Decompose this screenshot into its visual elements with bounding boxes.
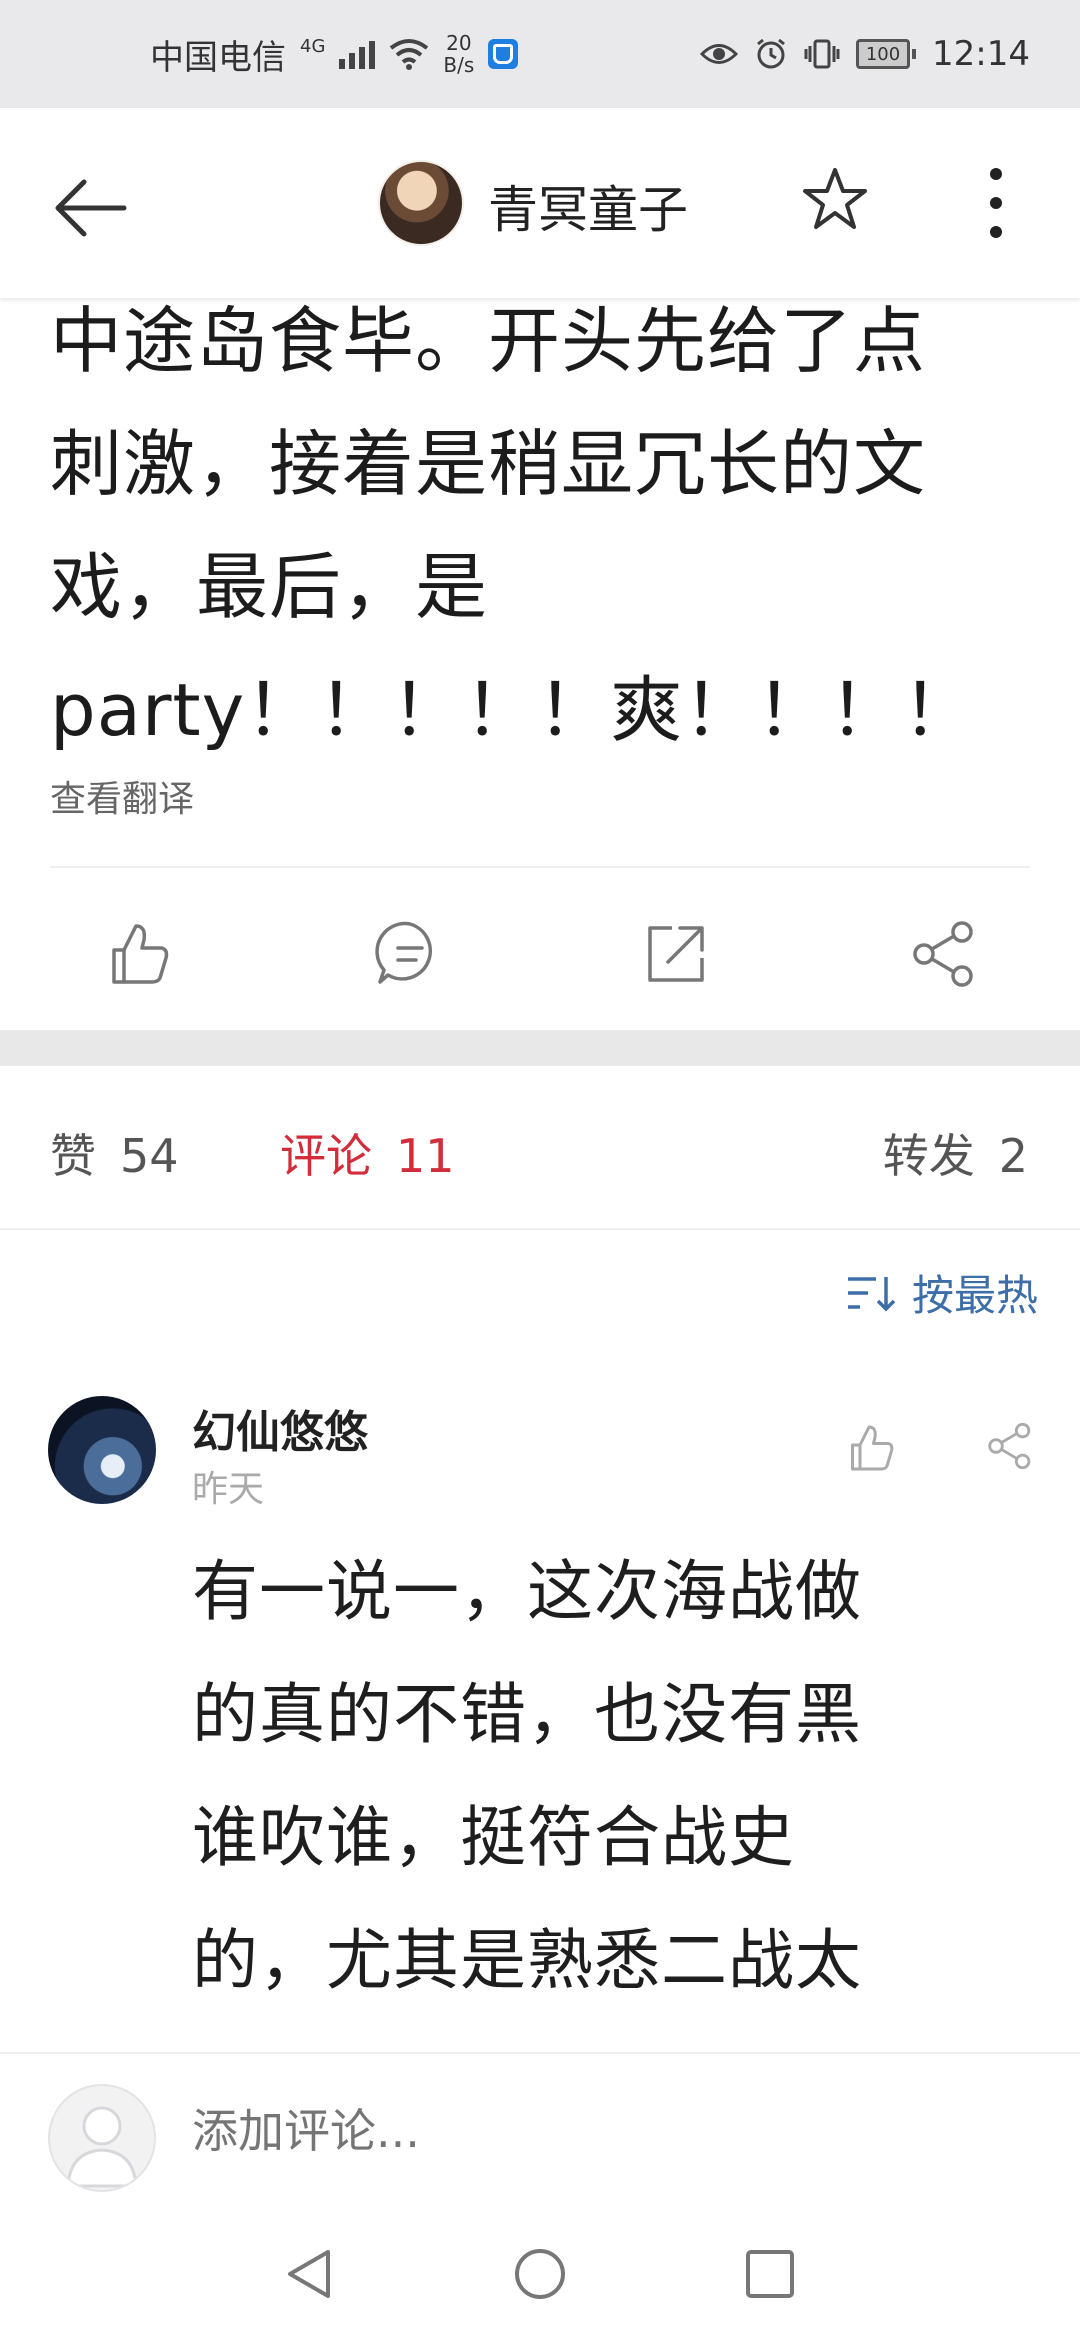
sort-button[interactable]: 按最热 — [846, 1262, 1038, 1323]
nav-back-icon[interactable] — [282, 2246, 338, 2302]
reposts-tab[interactable]: 转发 2 — [883, 1120, 1028, 1186]
post-line: 戏，最后，是 — [50, 545, 489, 629]
reposts-label: 转发 — [882, 1129, 975, 1183]
battery-icon: 100 — [856, 39, 917, 69]
share-icon[interactable] — [904, 914, 984, 994]
divider — [50, 866, 1030, 868]
signal-icon — [339, 39, 376, 69]
commenter-name[interactable]: 幻仙悠悠 — [192, 1396, 368, 1460]
comment-compose-bar — [0, 2052, 1080, 2204]
author-name[interactable]: 青冥童子 — [488, 170, 688, 242]
comment-time: 昨天 — [192, 1469, 265, 1510]
comment-icon[interactable] — [370, 914, 450, 994]
battery-level: 100 — [856, 39, 911, 69]
status-right: 100 12:14 — [700, 0, 1030, 108]
back-arrow-icon[interactable] — [50, 168, 140, 248]
engagement-stats: 赞 54 评论 11 转发 2 — [0, 1068, 1080, 1228]
commenter-avatar[interactable] — [48, 1396, 156, 1504]
like-icon[interactable] — [100, 914, 180, 994]
divider — [0, 1228, 1080, 1230]
clock: 12:14 — [932, 34, 1030, 74]
post-body: 中途岛食毕。开头先给了点 刺激，接着是稍显冗长的文 戏，最后，是 party！！… — [50, 280, 1040, 772]
comment-like-icon[interactable] — [842, 1418, 902, 1478]
comment-line: 的真的不错，也没有黑 — [192, 1676, 862, 1753]
likes-count: 54 — [120, 1129, 179, 1183]
network-type: 4G — [300, 35, 326, 57]
section-separator — [0, 1030, 1080, 1066]
status-left: 中国电信 4G 20 B/s — [150, 0, 519, 108]
top-app-bar: 青冥童子 — [0, 108, 1080, 298]
view-translation-link[interactable]: 查看翻译 — [50, 770, 194, 822]
net-speed-value: 20 — [446, 31, 472, 55]
default-avatar-icon — [66, 2106, 138, 2188]
author-avatar[interactable] — [378, 160, 464, 246]
comments-tab[interactable]: 评论 11 — [280, 1120, 455, 1186]
net-speed: 20 B/s — [443, 32, 474, 76]
comment-line: 的，尤其是熟悉二战太 — [192, 1922, 862, 1999]
post-action-row — [0, 900, 1080, 1020]
likes-label: 赞 — [50, 1129, 96, 1183]
comment-line: 谁吹谁，挺符合战史 — [192, 1799, 795, 1876]
comments-count: 11 — [396, 1129, 455, 1183]
eye-icon — [700, 44, 739, 64]
comment-share-icon[interactable] — [982, 1418, 1038, 1474]
post-line: 刺激，接着是稍显冗长的文 — [50, 422, 927, 506]
comment-line: 平洋海战历史的人会看 — [192, 2022, 1012, 2050]
my-avatar — [48, 2084, 156, 2192]
comment-line: 有一说一，这次海战做 — [192, 1553, 862, 1630]
reposts-count: 2 — [998, 1129, 1028, 1183]
comments-label: 评论 — [280, 1129, 372, 1183]
post-line: party！！！！！爽！！！！ — [50, 668, 976, 752]
more-vertical-icon[interactable] — [988, 168, 1004, 238]
carrier-name: 中国电信 — [150, 37, 286, 78]
sort-label: 按最热 — [911, 1271, 1038, 1320]
status-bar: 中国电信 4G 20 B/s 100 12:14 — [0, 0, 1080, 108]
star-icon[interactable] — [800, 164, 870, 234]
net-speed-unit: B/s — [443, 53, 475, 77]
post-line: 中途岛食毕。开头先给了点 — [50, 299, 927, 383]
wifi-icon — [390, 39, 429, 70]
vibrate-icon — [804, 39, 840, 69]
sort-icon — [847, 1276, 896, 1311]
comment-body: 有一说一，这次海战做 的真的不错，也没有黑 谁吹谁，挺符合战史 的，尤其是熟悉二… — [192, 1530, 1012, 2050]
system-nav-bar — [0, 2202, 1080, 2340]
repost-icon[interactable] — [636, 914, 716, 994]
nav-recents-icon[interactable] — [742, 2246, 798, 2302]
comment-input[interactable] — [192, 2104, 892, 2158]
likes-tab[interactable]: 赞 54 — [50, 1120, 179, 1186]
shield-app-icon — [488, 39, 519, 69]
alarm-icon — [757, 38, 785, 69]
nav-home-icon[interactable] — [512, 2246, 568, 2302]
